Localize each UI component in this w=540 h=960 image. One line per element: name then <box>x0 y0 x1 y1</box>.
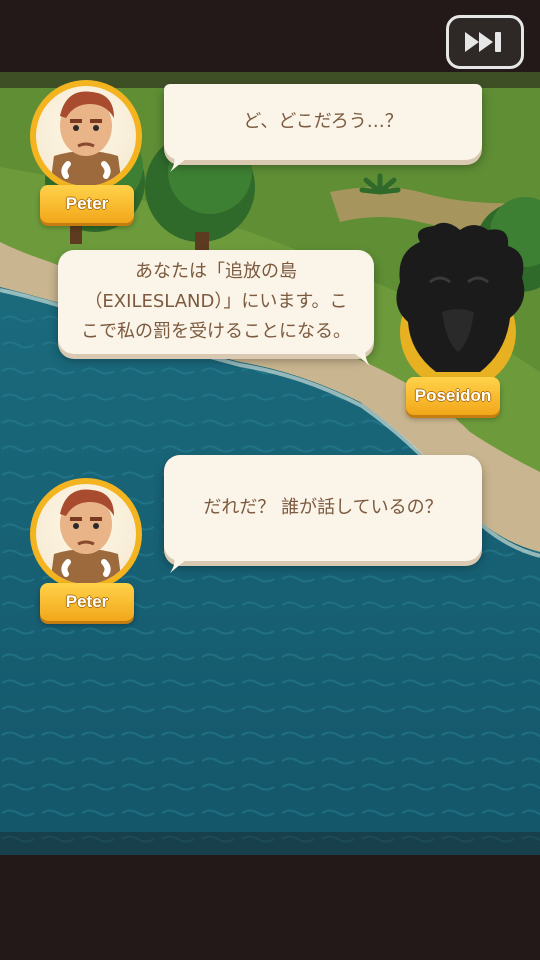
speaker-name-plate: Peter <box>40 185 134 223</box>
fast-forward-icon <box>465 32 501 52</box>
dialogue-text: ど、どこだろう…？ <box>243 111 403 132</box>
speech-bubble: あなたは「追放の島 （EXILESLAND）」にいます。こ こで私の罰を受けるこ… <box>58 250 374 354</box>
speech-bubble: だれだ？ 誰が話しているの？ <box>164 455 482 561</box>
dialogue-text: だれだ？ 誰が話しているの？ <box>203 497 443 518</box>
poseidon-portrait <box>390 222 530 390</box>
speaker-name: Poseidon <box>414 386 492 405</box>
peter-avatar <box>50 489 122 584</box>
peter-portrait <box>30 478 142 590</box>
speaker-name: Peter <box>65 592 109 611</box>
speaker-name-plate: Peter <box>40 583 134 621</box>
dialogue-text: あなたは「追放の島 （EXILESLAND）」にいます。こ こで私の罰を受けるこ… <box>81 261 351 342</box>
speaker-name: Peter <box>65 194 109 213</box>
bubble-tail <box>170 553 196 573</box>
bottom-letterbox <box>0 855 540 960</box>
peter-portrait <box>30 80 142 192</box>
peter-avatar <box>50 91 122 186</box>
skip-button[interactable] <box>446 15 524 69</box>
bubble-tail <box>170 152 196 172</box>
speaker-name-plate: Poseidon <box>406 377 500 415</box>
speech-bubble: ど、どこだろう…？ <box>164 84 482 160</box>
poseidon-silhouette <box>396 222 525 390</box>
bubble-tail <box>344 346 370 366</box>
